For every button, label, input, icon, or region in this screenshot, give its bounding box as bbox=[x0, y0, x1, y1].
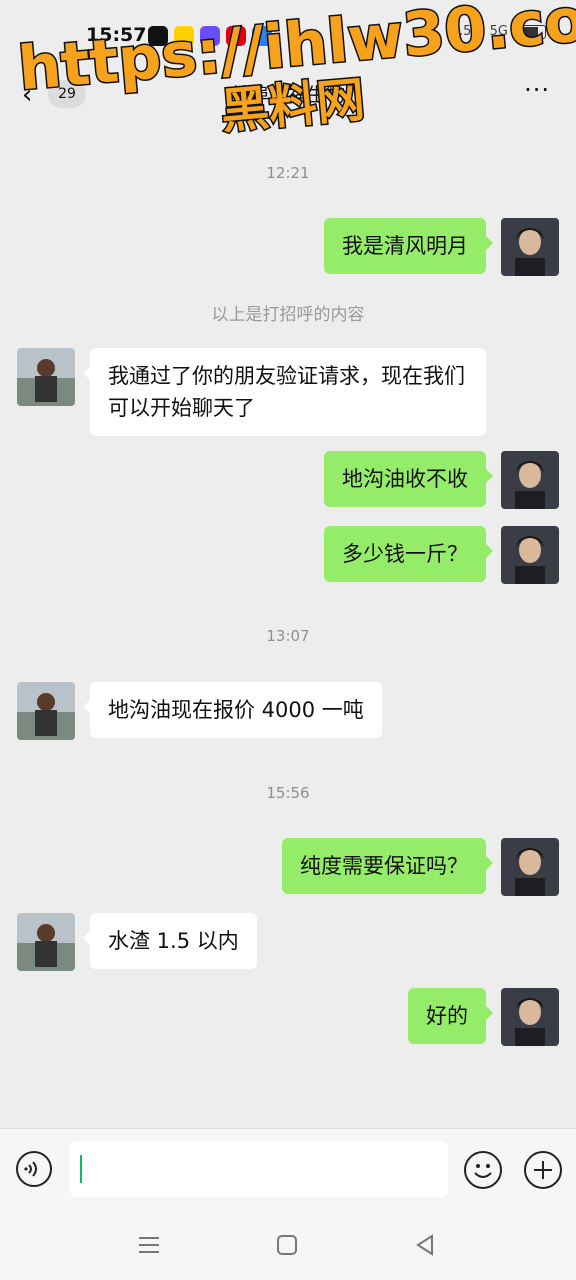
system-message: 以上是打招呼的内容 bbox=[211, 305, 365, 325]
message-bubble-sent[interactable]: 多少钱一斤？ bbox=[324, 526, 493, 582]
plus-icon bbox=[534, 1161, 552, 1179]
timestamp: 13:07 bbox=[266, 627, 310, 645]
timestamp: 12:21 bbox=[266, 164, 310, 182]
message-bubble-received[interactable]: 我通过了你的朋友验证请求，现在我们可以开始聊天了 bbox=[83, 348, 486, 436]
system-indicators: 0.55 5G bbox=[451, 24, 546, 39]
chat-header: ‹ 29 蚌埠仄福生物 ··· bbox=[0, 70, 576, 120]
message-bubble-received[interactable]: 地沟油现在报价 4000 一吨 bbox=[83, 682, 382, 738]
tieba-icon bbox=[200, 26, 220, 46]
message-composer bbox=[0, 1128, 576, 1211]
status-bar: 15:57 0.55 5G bbox=[0, 0, 576, 70]
notification-dot bbox=[292, 34, 298, 40]
my-avatar[interactable] bbox=[501, 838, 559, 896]
back-triangle-icon[interactable] bbox=[412, 1232, 438, 1258]
my-avatar[interactable] bbox=[501, 526, 559, 584]
tiktok-icon bbox=[148, 26, 168, 46]
my-avatar[interactable] bbox=[501, 218, 559, 276]
contact-avatar[interactable] bbox=[17, 913, 75, 971]
contact-avatar[interactable] bbox=[17, 682, 75, 740]
signal-label: 5G bbox=[489, 24, 508, 39]
system-navigation-bar bbox=[0, 1210, 576, 1280]
my-avatar[interactable] bbox=[501, 988, 559, 1046]
message-bubble-sent[interactable]: 地沟油收不收 bbox=[324, 451, 493, 507]
text-cursor bbox=[80, 1155, 82, 1183]
voice-input-button[interactable] bbox=[16, 1151, 52, 1187]
message-input[interactable] bbox=[70, 1141, 448, 1197]
message-bubble-sent[interactable]: 好的 bbox=[408, 988, 493, 1044]
baidu-icon bbox=[252, 26, 272, 46]
heart-app-icon bbox=[226, 26, 246, 46]
meituan-icon bbox=[174, 26, 194, 46]
menu-icon[interactable] bbox=[136, 1232, 162, 1258]
emoji-button[interactable] bbox=[464, 1151, 502, 1189]
status-time: 15:57 bbox=[86, 24, 147, 46]
message-bubble-sent[interactable]: 纯度需要保证吗？ bbox=[282, 838, 493, 894]
timestamp: 15:56 bbox=[266, 784, 310, 802]
emoji-icon bbox=[474, 1164, 492, 1178]
chat-title: 蚌埠仄福生物 bbox=[230, 84, 345, 106]
my-avatar[interactable] bbox=[501, 451, 559, 509]
battery-icon bbox=[518, 24, 546, 39]
more-button[interactable]: ··· bbox=[524, 76, 550, 104]
network-speed: 0.55 bbox=[450, 24, 480, 39]
message-bubble-received[interactable]: 水渣 1.5 以内 bbox=[83, 913, 257, 969]
voice-icon bbox=[24, 1161, 37, 1177]
more-functions-button[interactable] bbox=[524, 1151, 562, 1189]
notification-icons bbox=[148, 26, 272, 46]
message-bubble-sent[interactable]: 我是清风明月 bbox=[324, 218, 493, 274]
contact-avatar[interactable] bbox=[17, 348, 75, 406]
home-icon[interactable] bbox=[274, 1232, 300, 1258]
